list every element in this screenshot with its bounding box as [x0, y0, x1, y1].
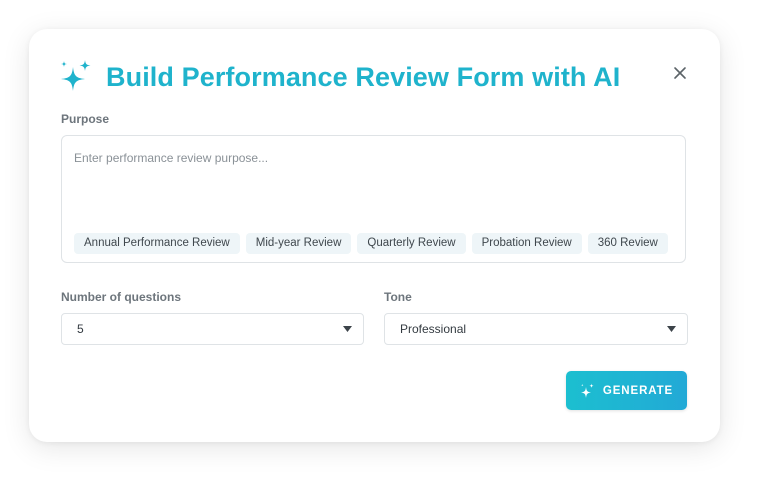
questions-selected-value: 5 [77, 322, 84, 336]
caret-down-icon [667, 326, 676, 332]
suggestion-chip-annual[interactable]: Annual Performance Review [74, 233, 240, 254]
purpose-label: Purpose [61, 112, 110, 126]
suggestion-chip-probation[interactable]: Probation Review [471, 233, 582, 254]
ai-form-builder-dialog: Build Performance Review Form with AI Pu… [29, 29, 720, 442]
suggestion-chip-mid-year[interactable]: Mid-year Review [245, 233, 352, 254]
tone-label: Tone [384, 290, 412, 304]
tone-select[interactable]: Professional [384, 313, 688, 345]
questions-select[interactable]: 5 [61, 313, 364, 345]
close-icon[interactable] [672, 65, 688, 81]
generate-button[interactable]: GENERATE [566, 371, 687, 410]
questions-label: Number of questions [61, 290, 182, 304]
tone-selected-value: Professional [400, 322, 467, 336]
sparkles-icon [61, 60, 91, 91]
dialog-header: Build Performance Review Form with AI [59, 59, 620, 95]
generate-button-label: GENERATE [602, 384, 674, 397]
dialog-title: Build Performance Review Form with AI [106, 61, 621, 92]
sparkles-icon [580, 383, 594, 398]
caret-down-icon [343, 326, 352, 332]
purpose-field[interactable]: Annual Performance Review Mid-year Revie… [61, 135, 686, 263]
purpose-input[interactable] [74, 148, 670, 168]
purpose-suggestions: Annual Performance Review Mid-year Revie… [74, 233, 668, 254]
suggestion-chip-quarterly[interactable]: Quarterly Review [357, 233, 466, 254]
suggestion-chip-360[interactable]: 360 Review [587, 233, 668, 254]
